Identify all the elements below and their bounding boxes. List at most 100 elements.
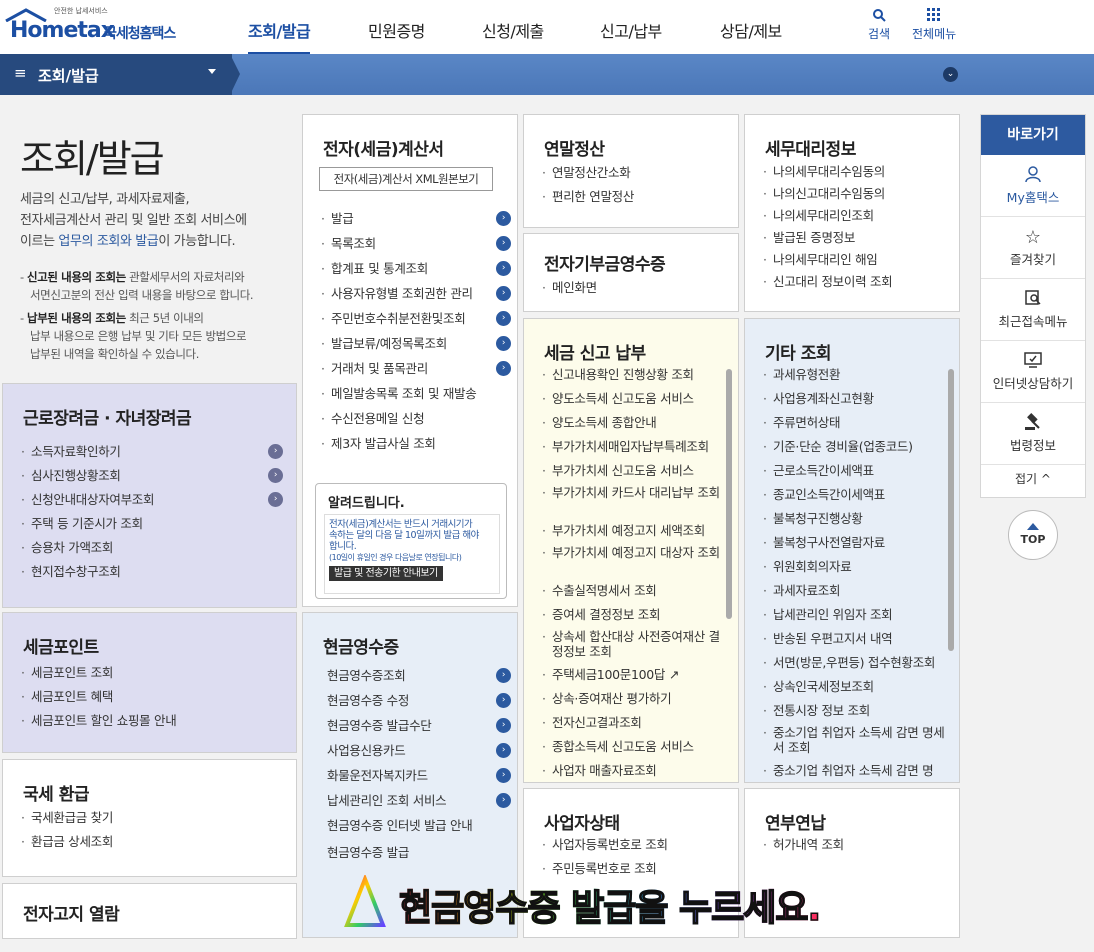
list-item[interactable]: 현금영수증 인터넷 발급 안내 — [323, 814, 511, 841]
list-item[interactable]: 위원회회의자료 — [763, 555, 947, 579]
list-item[interactable]: 나의세무대리인조회 — [763, 205, 953, 227]
list-item[interactable]: 나의세무대리수임동의 — [763, 161, 953, 183]
list-item[interactable]: 메인화면 — [542, 276, 732, 300]
list-item[interactable]: 수출실적명세서 조회 — [542, 579, 722, 603]
arrow-right-icon[interactable]: › — [496, 311, 511, 326]
list-item[interactable]: 현금영수증 수정 › — [323, 689, 511, 714]
law-info-button[interactable]: 법령정보 — [981, 403, 1085, 465]
arrow-right-icon[interactable]: › — [496, 668, 511, 683]
arrow-right-icon[interactable]: › — [268, 444, 283, 459]
list-item[interactable]: 상속세 합산대상 사전증여재산 결정정보 조회 — [542, 627, 722, 663]
list-item[interactable]: 사업용계좌신고현황 — [763, 387, 947, 411]
list-item[interactable]: 소득자료확인하기› — [21, 440, 291, 464]
list-item[interactable]: 과세유형전환 — [763, 363, 947, 387]
list-item[interactable]: 납세관리인 위임자 조회 — [763, 603, 947, 627]
list-item[interactable]: 근로소득간이세액표 — [763, 459, 947, 483]
list-item[interactable]: 화물운전자복지카드 › — [323, 764, 511, 789]
list-item[interactable]: 국세환급금 찾기 — [21, 806, 291, 830]
list-item[interactable]: 중소기업 취업자 소득세 감면 명 — [763, 759, 947, 782]
arrow-right-icon[interactable]: › — [496, 361, 511, 376]
scroll-top-button[interactable]: TOP — [1008, 510, 1058, 560]
list-item[interactable]: 연말정산간소화 — [542, 161, 732, 185]
list-item[interactable]: 불복청구진행상황 — [763, 507, 947, 531]
list-item[interactable]: 과세자료조회 — [763, 579, 947, 603]
nav-report-pay[interactable]: 신고/납부 — [600, 18, 662, 42]
list-item[interactable]: 상속·증여재산 평가하기 — [542, 687, 722, 711]
arrow-right-icon[interactable]: › — [496, 236, 511, 251]
list-item[interactable]: 사업용신용카드 › — [323, 739, 511, 764]
section-dropdown[interactable] — [0, 54, 232, 95]
list-item[interactable]: 부가가치세 예정고지 대상자 조회 — [542, 543, 722, 579]
list-item[interactable]: 세금포인트 할인 쇼핑몰 안내 — [21, 709, 291, 733]
arrow-right-icon[interactable]: › — [496, 793, 511, 808]
scrollbar[interactable] — [726, 369, 732, 619]
online-consult-button[interactable]: 인터넷상담하기 — [981, 341, 1085, 403]
all-menu-button[interactable]: 전체메뉴 — [912, 8, 956, 42]
list-item[interactable]: 신고내용확인 진행상황 조회 — [542, 363, 722, 387]
list-item[interactable]: 양도소득세 종합안내 — [542, 411, 722, 435]
list-item[interactable]: 부가가치세 예정고지 세액조회 — [542, 519, 722, 543]
list-item[interactable]: 편리한 연말정산 — [542, 185, 732, 209]
list-item[interactable]: 상속인국세정보조회 — [763, 675, 947, 699]
arrow-right-icon[interactable]: › — [496, 693, 511, 708]
list-item[interactable]: 현지접수창구조회 — [21, 560, 291, 584]
list-item[interactable]: 사업자 매출자료조회 — [542, 759, 722, 782]
list-item[interactable]: 승용차 가액조회 — [21, 536, 291, 560]
nav-consult-report[interactable]: 상담/제보 — [720, 18, 782, 42]
list-item[interactable]: 발급된 증명정보 — [763, 227, 953, 249]
arrow-right-icon[interactable]: › — [496, 211, 511, 226]
list-item[interactable]: 심사진행상황조회› — [21, 464, 291, 488]
list-item[interactable]: 목록조회› — [321, 232, 511, 257]
nav-apply-submit[interactable]: 신청/제출 — [482, 18, 544, 42]
list-item[interactable]: 합계표 및 통계조회› — [321, 257, 511, 282]
list-item[interactable]: 현금영수증조회 › — [323, 664, 511, 689]
list-item[interactable]: 주류면허상태 — [763, 411, 947, 435]
list-item[interactable]: 현금영수증 발급수단 › — [323, 714, 511, 739]
list-item[interactable]: 부가가치세매입자납부특례조회 — [542, 435, 722, 459]
list-item[interactable]: 종교인소득간이세액표 — [763, 483, 947, 507]
fold-button[interactable]: 접기 ^ — [981, 465, 1085, 493]
list-item[interactable]: 환급금 상세조회 — [21, 830, 291, 854]
list-item[interactable]: 기준·단순 경비율(업종코드) — [763, 435, 947, 459]
list-item[interactable]: 나의신고대리수임동의 — [763, 183, 953, 205]
cash-receipt-issue-link[interactable]: 현금영수증 발급 — [323, 841, 511, 868]
section-title[interactable]: 조회/발급 — [38, 65, 99, 86]
nav-lookup-issue[interactable]: 조회/발급 — [248, 18, 311, 54]
list-item[interactable]: 불복청구사전열람자료 — [763, 531, 947, 555]
card-electronic-notice[interactable]: 전자고지 열람 — [2, 883, 297, 939]
list-item[interactable]: 전통시장 정보 조회 — [763, 699, 947, 723]
nav-certificates[interactable]: 민원증명 — [368, 18, 425, 42]
arrow-right-icon[interactable]: › — [268, 468, 283, 483]
arrow-right-icon[interactable]: › — [496, 768, 511, 783]
list-item[interactable]: 제3자 발급사실 조회 — [321, 432, 511, 457]
list-item[interactable]: 주택 등 기준시가 조회 — [21, 512, 291, 536]
list-item[interactable]: 나의세무대리인 해임 — [763, 249, 953, 271]
list-item[interactable]: 중소기업 취업자 소득세 감면 명세서 조회 — [763, 723, 947, 759]
list-item[interactable]: 서면(방문,우편등) 접수현황조회 — [763, 651, 947, 675]
list-item[interactable]: 발급보류/예정목록조회› — [321, 332, 511, 357]
list-item[interactable]: 메일발송목록 조회 및 재발송 — [321, 382, 511, 407]
recent-menu-button[interactable]: 최근접속메뉴 — [981, 279, 1085, 341]
list-item[interactable]: 거래처 및 품목관리› — [321, 357, 511, 382]
arrow-right-icon[interactable]: › — [496, 718, 511, 733]
list-item[interactable]: 주택세금100문100답 ↗ — [542, 663, 722, 687]
arrow-right-icon[interactable]: › — [268, 492, 283, 507]
list-item[interactable]: 전자신고결과조회 — [542, 711, 722, 735]
list-item[interactable]: 세금포인트 조회 — [21, 661, 291, 685]
arrow-right-icon[interactable]: › — [496, 286, 511, 301]
chevron-down-icon[interactable]: ⌄ — [943, 67, 958, 82]
search-button[interactable]: 검색 — [868, 8, 890, 42]
list-item[interactable]: 수신전용메일 신청 — [321, 407, 511, 432]
arrow-right-icon[interactable]: › — [496, 336, 511, 351]
list-item[interactable]: 납세관리인 조회 서비스 › — [323, 789, 511, 814]
list-item[interactable]: 부가가치세 신고도움 서비스 — [542, 459, 722, 483]
list-item[interactable]: 신청안내대상자여부조회› — [21, 488, 291, 512]
my-hometax-button[interactable]: My홈택스 — [981, 155, 1085, 217]
list-item[interactable]: 양도소득세 신고도움 서비스 — [542, 387, 722, 411]
list-item[interactable]: 사용자유형별 조회권한 관리› — [321, 282, 511, 307]
hamburger-icon[interactable]: ≡ — [14, 64, 27, 82]
list-item[interactable]: 증여세 결정정보 조회 — [542, 603, 722, 627]
list-item[interactable]: 세금포인트 혜택 — [21, 685, 291, 709]
list-item[interactable]: 허가내역 조회 — [763, 833, 953, 857]
list-item[interactable]: 반송된 우편고지서 내역 — [763, 627, 947, 651]
